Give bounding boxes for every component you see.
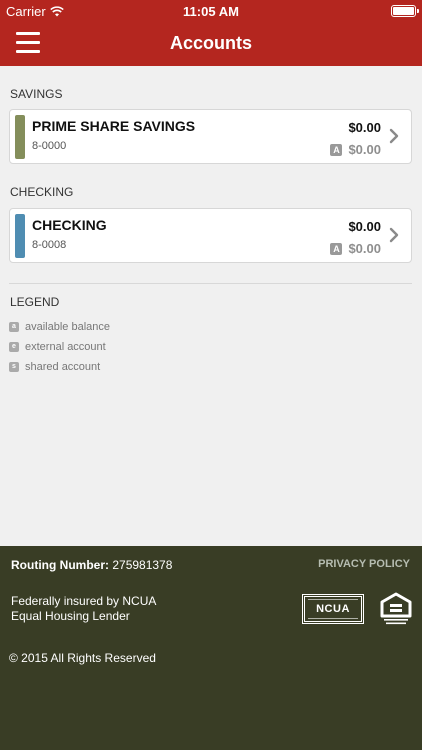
external-badge-icon: e — [9, 342, 19, 352]
legend-label: external account — [25, 341, 106, 353]
section-label-checking: CHECKING — [10, 185, 74, 199]
copyright: © 2015 All Rights Reserved — [9, 651, 156, 665]
legend-item-available: a available balance — [9, 321, 110, 333]
battery-icon — [391, 5, 419, 17]
routing-value: 275981378 — [112, 558, 173, 572]
account-color-stripe — [15, 214, 25, 258]
shared-badge-icon: s — [9, 362, 19, 372]
page-title: Accounts — [169, 33, 252, 53]
chevron-right-icon — [389, 227, 399, 243]
available-badge-icon: A — [330, 143, 343, 156]
nav-bar: Accounts — [0, 22, 422, 66]
legend-item-shared: s shared account — [9, 361, 100, 373]
available-value: $0.00 — [348, 241, 381, 256]
chevron-right-icon — [389, 128, 399, 144]
available-badge-icon: A — [330, 242, 343, 255]
available-badge-icon: a — [9, 322, 19, 332]
routing-label: Routing Number: — [11, 558, 109, 572]
insured-line: Federally insured by NCUA — [11, 594, 157, 608]
privacy-policy-link[interactable]: PRIVACY POLICY — [318, 558, 410, 570]
account-card-checking[interactable]: CHECKING 8-0008 $0.00 A $0.00 — [9, 208, 412, 263]
legend-label: available balance — [25, 321, 111, 333]
account-name: CHECKING — [32, 217, 107, 233]
clock: 11:05 AM — [183, 4, 239, 19]
section-divider — [9, 283, 412, 284]
legend-label: shared account — [25, 361, 101, 373]
available-value: $0.00 — [348, 142, 381, 157]
account-number: 8-0008 — [32, 239, 67, 251]
account-number: 8-0000 — [32, 140, 67, 152]
insurance-notice: Federally insured by NCUA Equal Housing … — [11, 594, 156, 624]
available-balance: A $0.00 — [330, 241, 381, 256]
account-card-prime-share-savings[interactable]: PRIME SHARE SAVINGS 8-0000 $0.00 A $0.00 — [9, 109, 412, 164]
account-balance: $0.00 — [348, 219, 381, 234]
legend-item-external: e external account — [9, 341, 106, 353]
ncua-logo-text: NCUA — [316, 603, 350, 615]
routing-number: Routing Number: 275981378 — [11, 558, 172, 572]
footer: Routing Number: 275981378 PRIVACY POLICY… — [0, 546, 422, 750]
status-bar: Carrier 11:05 AM — [0, 0, 422, 22]
legend-title: LEGEND — [10, 295, 60, 309]
equal-housing-lender-icon — [380, 592, 412, 625]
ncua-logo: NCUA — [302, 594, 364, 624]
account-balance: $0.00 — [348, 120, 381, 135]
equal-housing-line: Equal Housing Lender — [11, 609, 130, 623]
account-name: PRIME SHARE SAVINGS — [32, 118, 196, 134]
available-balance: A $0.00 — [330, 142, 381, 157]
section-label-savings: SAVINGS — [10, 87, 63, 101]
account-color-stripe — [15, 115, 25, 159]
